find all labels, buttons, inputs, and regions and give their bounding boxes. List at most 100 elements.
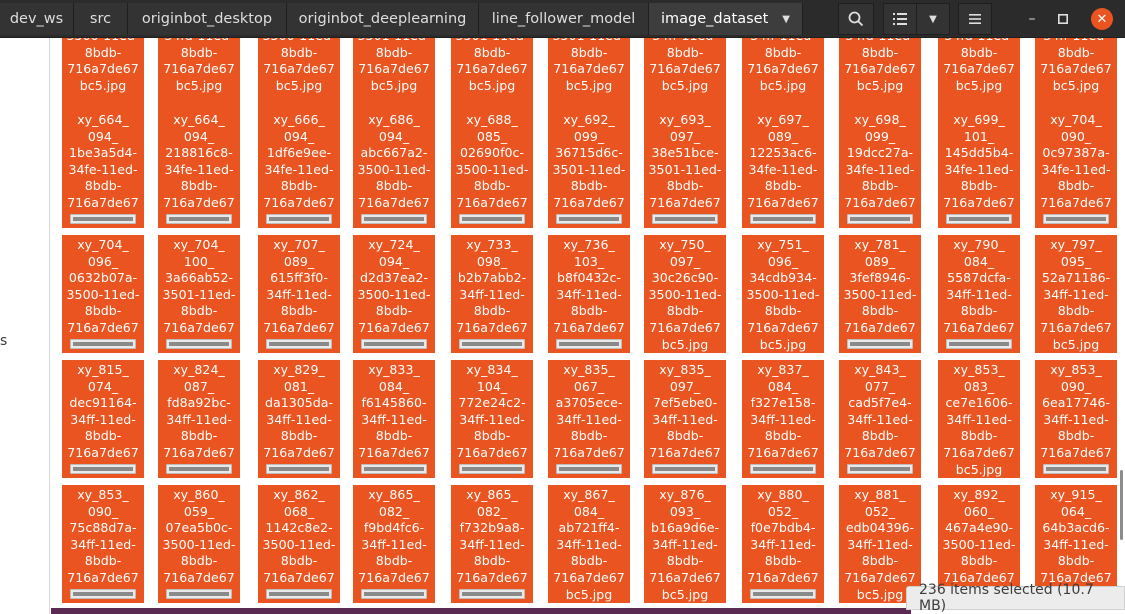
file-name-line: f9bd4fc6- bbox=[363, 520, 425, 536]
minimize-button[interactable]: – bbox=[1022, 9, 1042, 29]
file-item[interactable]: xy_829_ 081_ da1305da- 34ff-11ed- 8bdb- 716a7… bbox=[258, 360, 340, 478]
file-name-line: 716a7de67 bbox=[163, 444, 235, 460]
file-item[interactable]: xy_815_ 074_ dec91164- 34ff-11ed- 8bdb- 716a7… bbox=[62, 360, 144, 478]
file-item[interactable]: xy_698_ 099_ 19dcc27a- 34fe-11ed- 8bdb- 716a7… bbox=[839, 110, 921, 228]
file-item[interactable]: xy_724_ 094_ d2d37ea2- 3500-11ed- 8bdb- 716a7… bbox=[353, 235, 435, 353]
file-item[interactable]: xy_707_ 089_ 615ff3f0- 34ff-11ed- 8bdb- 716a7… bbox=[258, 235, 340, 353]
file-name-line: f327e158- bbox=[750, 395, 816, 411]
file-item[interactable]: xy_686_ 094_ abc667a2- 3500-11ed- 8bdb- 716a7… bbox=[353, 110, 435, 228]
menu-button[interactable] bbox=[958, 3, 992, 35]
maximize-button[interactable] bbox=[1053, 9, 1073, 29]
file-name-line: 615ff3f0- bbox=[270, 270, 328, 286]
file-name-line: 1142c8e2- bbox=[265, 520, 333, 536]
file-item[interactable]: xy_790_ 084_ 5587dcfa- 34ff-11ed- 8bdb- 716a7… bbox=[938, 235, 1020, 353]
file-name-line: 34cdb934- bbox=[749, 270, 817, 286]
file-item[interactable]: xy_751_ 096_ 34cdb934- 3500-11ed- 8bdb- 716a7… bbox=[742, 235, 824, 353]
scrollbar[interactable] bbox=[1120, 470, 1123, 540]
file-item[interactable]: xy_853_ 090_ 6ea17746- 34ff-11ed- 8bdb- 716a7… bbox=[1035, 360, 1117, 478]
file-item[interactable]: xy_824_ 087_ fd8a92bc- 34ff-11ed- 8bdb- 716a7… bbox=[158, 360, 240, 478]
file-name-line: 716a7de67 bbox=[163, 194, 235, 210]
file-name-line: 34ff-11ed- bbox=[459, 286, 525, 302]
file-item[interactable]: xy_697_ 089_ 12253ac6- 34fe-11ed- 8bdb- 716a7… bbox=[742, 110, 824, 228]
file-name-line: 090_ bbox=[87, 503, 119, 519]
thumbnail-strip bbox=[361, 464, 427, 474]
file-name-line: 716a7de67 bbox=[1040, 194, 1112, 210]
list-view-button[interactable] bbox=[883, 3, 917, 35]
file-item[interactable]: xy_692_ 099_ 36715d6c- 3501-11ed- 8bdb- 716a7… bbox=[548, 110, 630, 228]
file-name-line: 716a7de67 bbox=[67, 61, 139, 77]
file-item[interactable]: xy_750_ 097_ 30c26c90- 3500-11ed- 8bdb- 716a7… bbox=[644, 235, 726, 353]
file-name-line: 716a7de67 bbox=[67, 569, 139, 585]
file-name-line: 087_ bbox=[183, 378, 215, 394]
file-name-line: b8f0432c- bbox=[557, 270, 621, 286]
file-item[interactable]: xy_853_ 083_ ce7e1606- 34ff-11ed- 8bdb- 716a7… bbox=[938, 360, 1020, 478]
file-item[interactable]: xy_833_ 084_ f6145860- 34ff-11ed- 8bdb- 716a7… bbox=[353, 360, 435, 478]
file-name-line: ab721ff4- bbox=[558, 520, 620, 536]
file-name-line: 34ff-11ed- bbox=[556, 536, 622, 552]
file-item[interactable]: xy_862_ 068_ 1142c8e2- 3500-11ed- 8bdb- 716a7… bbox=[258, 485, 340, 603]
file-name-line: xy_867_ bbox=[563, 487, 615, 502]
file-item[interactable]: xy_704_ 100_ 3a66ab52- 3501-11ed- 8bdb- 716a7… bbox=[158, 235, 240, 353]
file-name-line: 34ff-11ed- bbox=[556, 286, 622, 302]
file-item[interactable]: xy_835_ 067_ a3705ece- 34ff-11ed- 8bdb- 716a7… bbox=[548, 360, 630, 478]
file-item[interactable]: xy_688_ 085_ 02690f0c- 3500-11ed- 8bdb- 716a7… bbox=[451, 110, 533, 228]
close-button[interactable]: ✕ bbox=[1091, 8, 1113, 30]
breadcrumb-item-dev-ws[interactable]: dev_ws bbox=[0, 3, 74, 35]
breadcrumb-item-originbot-deeplearning[interactable]: originbot_deeplearning bbox=[287, 3, 479, 35]
file-item[interactable]: xy_867_ 084_ ab721ff4- 34ff-11ed- 8bdb- 716a7… bbox=[548, 485, 630, 603]
breadcrumb-item-originbot-desktop[interactable]: originbot_desktop bbox=[128, 3, 287, 35]
thumbnail-strip bbox=[750, 464, 816, 474]
file-name-line: 5587dcfa- bbox=[947, 270, 1011, 286]
file-item[interactable]: xy_693_ 097_ 38e51bce- 3501-11ed- 8bdb- 716a7… bbox=[644, 110, 726, 228]
file-item[interactable]: xy_835_ 097_ 7ef5ebe0- 34ff-11ed- 8bdb- 716a7… bbox=[644, 360, 726, 478]
file-item[interactable]: xy_837_ 084_ f327e158- 34ff-11ed- 8bdb- 716a7… bbox=[742, 360, 824, 478]
breadcrumb-item-src[interactable]: src bbox=[74, 3, 128, 35]
file-name-line: 716a7de67 bbox=[358, 444, 430, 460]
file-item[interactable]: xy_736_ 103_ b8f0432c- 34ff-11ed- 8bdb- 716a7… bbox=[548, 235, 630, 353]
file-name-line: 3500-11ed- bbox=[357, 286, 431, 302]
search-button[interactable] bbox=[838, 3, 874, 35]
file-item[interactable]: xy_853_ 090_ 75c88d7a- 34ff-11ed- 8bdb- 716a7… bbox=[62, 485, 144, 603]
file-name-line: 716a7de67 bbox=[1040, 444, 1112, 460]
file-item[interactable]: xy_865_ 082_ f732b9a8- 34ff-11ed- 8bdb- 716a7… bbox=[451, 485, 533, 603]
file-name-label: xy_697_ 089_ 12253ac6- 34fe-11ed- 8bdb- 716a7… bbox=[742, 110, 824, 228]
file-item[interactable]: xy_876_ 093_ b16a9d6e- 34ff-11ed- 8bdb- 716a7… bbox=[644, 485, 726, 603]
file-name-line: 094_ bbox=[183, 128, 215, 144]
file-name-line: 8bdb- bbox=[375, 178, 413, 194]
file-name-line: 089_ bbox=[864, 253, 896, 269]
file-name-line: 34ff-11ed- bbox=[70, 411, 136, 427]
file-name-line: 3500-11ed- bbox=[62, 38, 144, 45]
view-options-button[interactable]: ▼ bbox=[916, 3, 950, 35]
file-name-line: 34fd-11ed- bbox=[839, 38, 921, 45]
file-name-line: xy_860_ bbox=[173, 487, 225, 502]
file-item[interactable]: xy_797_ 095_ 52a71186- 34ff-11ed- 8bdb- 716a7… bbox=[1035, 235, 1117, 353]
file-item[interactable]: xy_865_ 082_ f9bd4fc6- 34ff-11ed- 8bdb- 716a7… bbox=[353, 485, 435, 603]
file-item[interactable]: xy_699_ 101_ 145dd5b4- 34fe-11ed- 8bdb- 716a7… bbox=[938, 110, 1020, 228]
thumbnail-strip bbox=[556, 339, 622, 349]
file-item[interactable]: xy_664_ 094_ 1be3a5d4- 34fe-11ed- 8bdb- 716a7… bbox=[62, 110, 144, 228]
file-item[interactable]: xy_860_ 059_ 07ea5b0c- 3500-11ed- 8bdb- 716a7… bbox=[158, 485, 240, 603]
thumbnail-strip bbox=[1043, 214, 1109, 224]
file-name-line: abc667a2- bbox=[360, 145, 428, 161]
file-name-line: 8bdb- bbox=[180, 178, 218, 194]
file-item[interactable]: xy_880_ 052_ f0e7bdb4- 34ff-11ed- 8bdb- 716a7… bbox=[742, 485, 824, 603]
file-item[interactable]: xy_664_ 094_ 218816c8- 34fe-11ed- 8bdb- 716a7… bbox=[158, 110, 240, 228]
file-item[interactable]: xy_781_ 089_ 3fef8946- 3500-11ed- 8bdb- 716a7… bbox=[839, 235, 921, 353]
file-item[interactable]: xy_704_ 090_ 0c97387a- 34fe-11ed- 8bdb- 716a7… bbox=[1035, 110, 1117, 228]
file-name-line: 084_ bbox=[963, 253, 995, 269]
file-item[interactable]: xy_733_ 098_ b2b7abb2- 34ff-11ed- 8bdb- 716a7… bbox=[451, 235, 533, 353]
file-item[interactable]: xy_834_ 104_ 772e24c2- 34ff-11ed- 8bdb- 716a7… bbox=[451, 360, 533, 478]
file-name-label: xy_790_ 084_ 5587dcfa- 34ff-11ed- 8bdb- 716a7… bbox=[938, 235, 1020, 353]
file-name-line: xy_666_ bbox=[273, 112, 325, 127]
file-name-line: 3fef8946- bbox=[849, 270, 911, 286]
file-name-line: xy_865_ bbox=[466, 487, 518, 502]
file-name-label: xy_733_ 098_ b2b7abb2- 34ff-11ed- 8bdb- 716a7… bbox=[451, 235, 533, 353]
file-name-line: xy_781_ bbox=[854, 237, 906, 252]
file-item[interactable]: xy_843_ 077_ cad5f7e4- 34ff-11ed- 8bdb- 716a7… bbox=[839, 360, 921, 478]
file-name-label: xy_843_ 077_ cad5f7e4- 34ff-11ed- 8bdb- 716a7… bbox=[839, 360, 921, 478]
breadcrumb-item-image-dataset[interactable]: image_dataset ▼ bbox=[649, 3, 803, 35]
file-name-line: 097_ bbox=[669, 253, 701, 269]
file-item[interactable]: xy_666_ 094_ 1df6e9ee- 34fe-11ed- 8bdb- 716a7… bbox=[258, 110, 340, 228]
breadcrumb-item-line-follower-model[interactable]: line_follower_model bbox=[479, 3, 649, 35]
file-item[interactable]: xy_704_ 096_ 0632b07a- 3500-11ed- 8bdb- 716a7… bbox=[62, 235, 144, 353]
